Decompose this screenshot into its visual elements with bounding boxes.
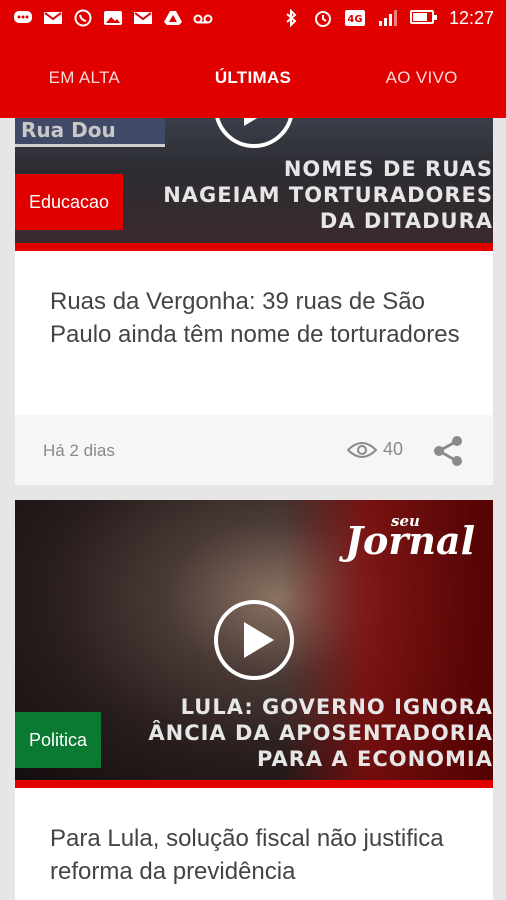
image-headline-line: LULA: GOVERNO IGNORA [180, 695, 493, 719]
tab-bar: EM ALTA ÚLTIMAS AO VIVO [0, 38, 506, 118]
clock: 12:27 [448, 8, 494, 28]
chat-icon [12, 8, 34, 28]
tab-ultimas[interactable]: ÚLTIMAS [169, 38, 338, 118]
article-meta: Há 2 dias 40 [15, 415, 493, 485]
eye-icon [346, 441, 377, 458]
notification-icons [12, 8, 214, 28]
article-title[interactable]: Ruas da Vergonha: 39 ruas de São Paulo a… [50, 285, 465, 351]
image-headline-line: NOMES DE RUAS [283, 157, 493, 181]
bluetooth-icon [280, 8, 302, 28]
image-headline-line: DA DITADURA [319, 209, 493, 233]
tab-ao-vivo[interactable]: AO VIVO [337, 38, 506, 118]
tab-em-alta[interactable]: EM ALTA [0, 38, 169, 118]
logo-main: Jornal [345, 518, 476, 563]
alarm-icon [312, 8, 334, 28]
share-icon[interactable] [433, 435, 463, 472]
image-icon [102, 8, 124, 28]
4g-icon: 4G [344, 8, 366, 28]
category-badge[interactable]: Educacao [15, 174, 124, 230]
view-count: 40 [346, 439, 403, 460]
system-icons: 4G [280, 8, 398, 28]
article-card[interactable]: seu Jornal LULA: GOVERNO IGNORA ÂNCIA DA… [15, 500, 493, 900]
play-icon[interactable] [214, 600, 294, 680]
network-label: 4G [347, 14, 362, 25]
drive-icon [162, 8, 184, 28]
image-headline-line: ÂNCIA DA APOSENTADORIA [148, 721, 493, 745]
status-bar: 4G 12:27 [0, 0, 506, 38]
signal-icon [376, 8, 398, 28]
image-headline: NOMES DE RUAS NAGEIAM TORTURADORES DA DI… [163, 156, 493, 234]
image-headline-line: PARA A ECONOMIA [256, 747, 493, 771]
battery-fill [413, 13, 427, 21]
battery-icon [410, 10, 437, 24]
views-number: 40 [382, 439, 403, 459]
red-divider [15, 780, 493, 788]
article-title[interactable]: Para Lula, solução fiscal não justifica … [50, 822, 465, 888]
street-sign: Rua Dou [15, 118, 165, 147]
gmail-icon [42, 8, 64, 28]
red-divider [15, 243, 493, 251]
image-headline-line: NAGEIAM TORTURADORES [163, 183, 493, 207]
voicemail-icon [192, 8, 214, 28]
article-thumbnail[interactable]: Rua Dou NOMES DE RUAS NAGEIAM TORTURADOR… [15, 118, 493, 243]
news-feed[interactable]: Rua Dou NOMES DE RUAS NAGEIAM TORTURADOR… [0, 118, 506, 900]
time-ago: Há 2 dias [43, 441, 115, 460]
image-headline: LULA: GOVERNO IGNORA ÂNCIA DA APOSENTADO… [148, 694, 493, 772]
article-thumbnail[interactable]: seu Jornal LULA: GOVERNO IGNORA ÂNCIA DA… [15, 500, 493, 780]
sign-text: Rua Dou [21, 118, 116, 142]
article-card[interactable]: Rua Dou NOMES DE RUAS NAGEIAM TORTURADOR… [15, 118, 493, 485]
whatsapp-icon [72, 8, 94, 28]
category-badge[interactable]: Politica [15, 712, 102, 768]
gmail-icon [132, 8, 154, 28]
